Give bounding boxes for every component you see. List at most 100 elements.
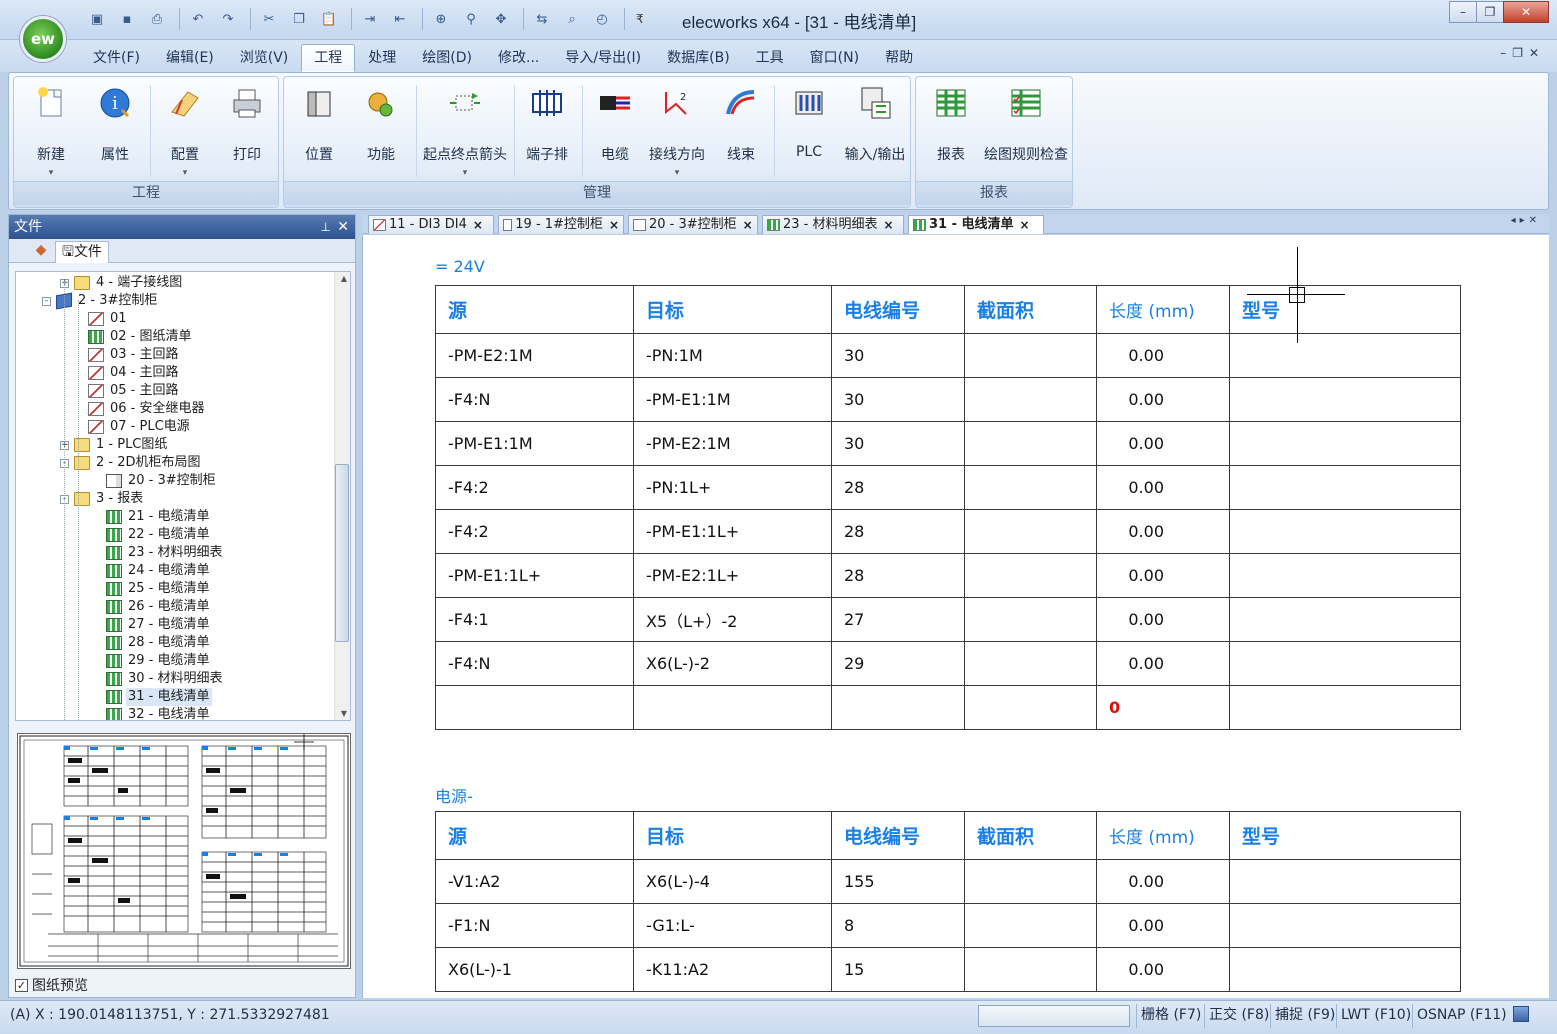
scrollbar[interactable]: ▲ ▼	[334, 272, 350, 720]
tree-item[interactable]: +4 - 端子接线图	[60, 274, 184, 292]
tab-files[interactable]: 🖫文件	[55, 241, 109, 263]
navigate-icon[interactable]: ⇆	[529, 7, 555, 31]
customize-toolbar-icon[interactable]: ₹	[636, 12, 644, 26]
tree-item[interactable]: 07 - PLC电源	[88, 418, 192, 436]
zoom-window-icon[interactable]: ⊕	[428, 7, 454, 31]
function-button[interactable]: 功能	[350, 81, 412, 181]
timer-icon[interactable]: ◴	[589, 7, 615, 31]
close-tab-icon[interactable]: ×	[884, 216, 894, 234]
document-tab[interactable]: 31 - 电线清单 ×	[908, 215, 1044, 234]
status-toggle[interactable]: OSNAP (F11)	[1412, 1004, 1511, 1028]
tree-item[interactable]: 21 - 电缆清单	[106, 508, 212, 526]
drawing-rules-check-button[interactable]: 绘图规则检查	[982, 81, 1070, 181]
paste-icon[interactable]: 📋	[316, 7, 342, 31]
copy-icon[interactable]: ❐	[286, 7, 312, 31]
plc-button[interactable]: PLC	[778, 81, 840, 181]
tree-item[interactable]: 06 - 安全继电器	[88, 400, 207, 418]
collapse-icon[interactable]: -	[42, 296, 51, 306]
maximize-icon[interactable]: ❐	[1476, 1, 1504, 23]
document-tab[interactable]: 11 - DI3 DI4 ×	[368, 215, 494, 234]
tree-item[interactable]: -3 - 报表	[60, 490, 145, 508]
wiring-direction-button[interactable]: 2 接线方向 ▾	[646, 81, 708, 181]
menu-item[interactable]: 工程	[301, 44, 356, 72]
pin-icon[interactable]: ⊥	[321, 215, 331, 239]
close-icon[interactable]: ✕	[337, 215, 349, 239]
menu-item[interactable]: 编辑(E)	[153, 44, 227, 72]
close-tab-icon[interactable]: ×	[1020, 216, 1030, 234]
new-button[interactable]: 新建 ▾	[20, 81, 82, 181]
properties-button[interactable]: i 属性	[84, 81, 146, 181]
menu-item[interactable]: 绘图(D)	[409, 44, 485, 72]
tab-components[interactable]: ◆	[29, 242, 53, 262]
redo-icon[interactable]: ↷	[215, 7, 241, 31]
tree-item[interactable]: 01	[88, 310, 129, 328]
input-output-button[interactable]: 输入/输出	[840, 81, 910, 181]
cut-icon[interactable]: ✂	[256, 7, 282, 31]
origin-destination-arrow-button[interactable]: 起点终点箭头 ▾	[420, 81, 510, 181]
undo-icon[interactable]: ↶	[185, 7, 211, 31]
tree-item[interactable]: 28 - 电缆清单	[106, 634, 212, 652]
scroll-up-icon[interactable]: ▲	[341, 274, 347, 283]
mdi-window-controls[interactable]: –❐✕	[1500, 46, 1545, 60]
preview-toggle[interactable]: ✓ 图纸预览	[15, 975, 88, 995]
menu-item[interactable]: 导入/导出(I)	[552, 44, 654, 72]
status-toggle[interactable]: 捕捉 (F9)	[1270, 1004, 1339, 1028]
print-icon[interactable]: ⎙	[144, 7, 170, 31]
close-tab-icon[interactable]: ×	[609, 216, 619, 234]
reports-button[interactable]: 报表	[920, 81, 982, 181]
import-icon[interactable]: ⇥	[357, 7, 383, 31]
tab-navigation[interactable]: ◂▸✕	[1511, 215, 1541, 226]
tree-item[interactable]: +1 - PLC图纸	[60, 436, 169, 454]
pan-icon[interactable]: ✥	[488, 7, 514, 31]
scroll-down-icon[interactable]: ▼	[341, 709, 347, 718]
cable-button[interactable]: 电缆	[584, 81, 646, 181]
app-logo[interactable]: ew	[20, 16, 66, 62]
tree-item[interactable]: 03 - 主回路	[88, 346, 181, 364]
tree-item[interactable]: 25 - 电缆清单	[106, 580, 212, 598]
drawing-canvas[interactable]: = 24V 源目标 电线编号 截面积 长度 (mm) 型号 -PM-E2:1M -PN:1M 3…	[362, 235, 1549, 998]
menu-item[interactable]: 数据库(B)	[654, 44, 743, 72]
tree-item[interactable]: 24 - 电缆清单	[106, 562, 212, 580]
close-tab-icon[interactable]: ×	[473, 216, 483, 234]
print-button[interactable]: 打印	[216, 81, 278, 181]
layout-icon[interactable]	[1513, 1006, 1529, 1022]
document-tab[interactable]: 23 - 材料明细表 ×	[762, 215, 904, 234]
tree-item[interactable]: 04 - 主回路	[88, 364, 181, 382]
tree-item[interactable]: 23 - 材料明细表	[106, 544, 225, 562]
tree-item[interactable]: 29 - 电缆清单	[106, 652, 212, 670]
tree-item[interactable]: 02 - 图纸清单	[88, 328, 194, 346]
find-icon[interactable]: ⌕	[559, 7, 585, 31]
tree-item[interactable]: 32 - 电线清单	[106, 706, 212, 720]
harness-button[interactable]: 线束	[710, 81, 772, 181]
status-toggle[interactable]: LWT (F10)	[1336, 1004, 1415, 1028]
menu-item[interactable]: 帮助	[872, 44, 926, 72]
tree-item[interactable]: 05 - 主回路	[88, 382, 181, 400]
scrollbar-thumb[interactable]	[335, 464, 349, 642]
tree-item[interactable]: 22 - 电缆清单	[106, 526, 212, 544]
location-button[interactable]: 位置	[288, 81, 350, 181]
menu-item[interactable]: 修改...	[485, 44, 552, 72]
tree-item[interactable]: 31 - 电线清单	[106, 688, 212, 706]
tree-item[interactable]: - 2 - 3#控制柜	[42, 292, 159, 310]
tree-item[interactable]: 30 - 材料明细表	[106, 670, 225, 688]
tree-item[interactable]: -2 - 2D机柜布局图	[60, 454, 203, 472]
tree-item[interactable]: 20 - 3#控制柜	[106, 472, 218, 490]
status-toggle[interactable]: 正交 (F8)	[1204, 1004, 1273, 1028]
menu-item[interactable]: 窗口(N)	[797, 44, 872, 72]
export-icon[interactable]: ⇤	[387, 7, 413, 31]
zoom-icon[interactable]: ⚲	[458, 7, 484, 31]
menu-item[interactable]: 文件(F)	[80, 44, 153, 72]
status-toggle[interactable]: 栅格 (F7)	[1136, 1004, 1205, 1028]
close-icon[interactable]: ✕	[1503, 1, 1549, 23]
minimize-icon[interactable]: –	[1449, 1, 1477, 23]
menu-item[interactable]: 浏览(V)	[227, 44, 302, 72]
tree-item[interactable]: 26 - 电缆清单	[106, 598, 212, 616]
configure-button[interactable]: 配置 ▾	[154, 81, 216, 181]
preview-checkbox[interactable]: ✓	[15, 978, 28, 992]
tree-item[interactable]: 27 - 电缆清单	[106, 616, 212, 634]
close-tab-icon[interactable]: ×	[743, 216, 753, 234]
new-file-icon[interactable]: ▣	[84, 7, 110, 31]
menu-item[interactable]: 处理	[355, 44, 409, 72]
terminal-strip-button[interactable]: 端子排	[516, 81, 578, 181]
menu-item[interactable]: 工具	[743, 44, 797, 72]
